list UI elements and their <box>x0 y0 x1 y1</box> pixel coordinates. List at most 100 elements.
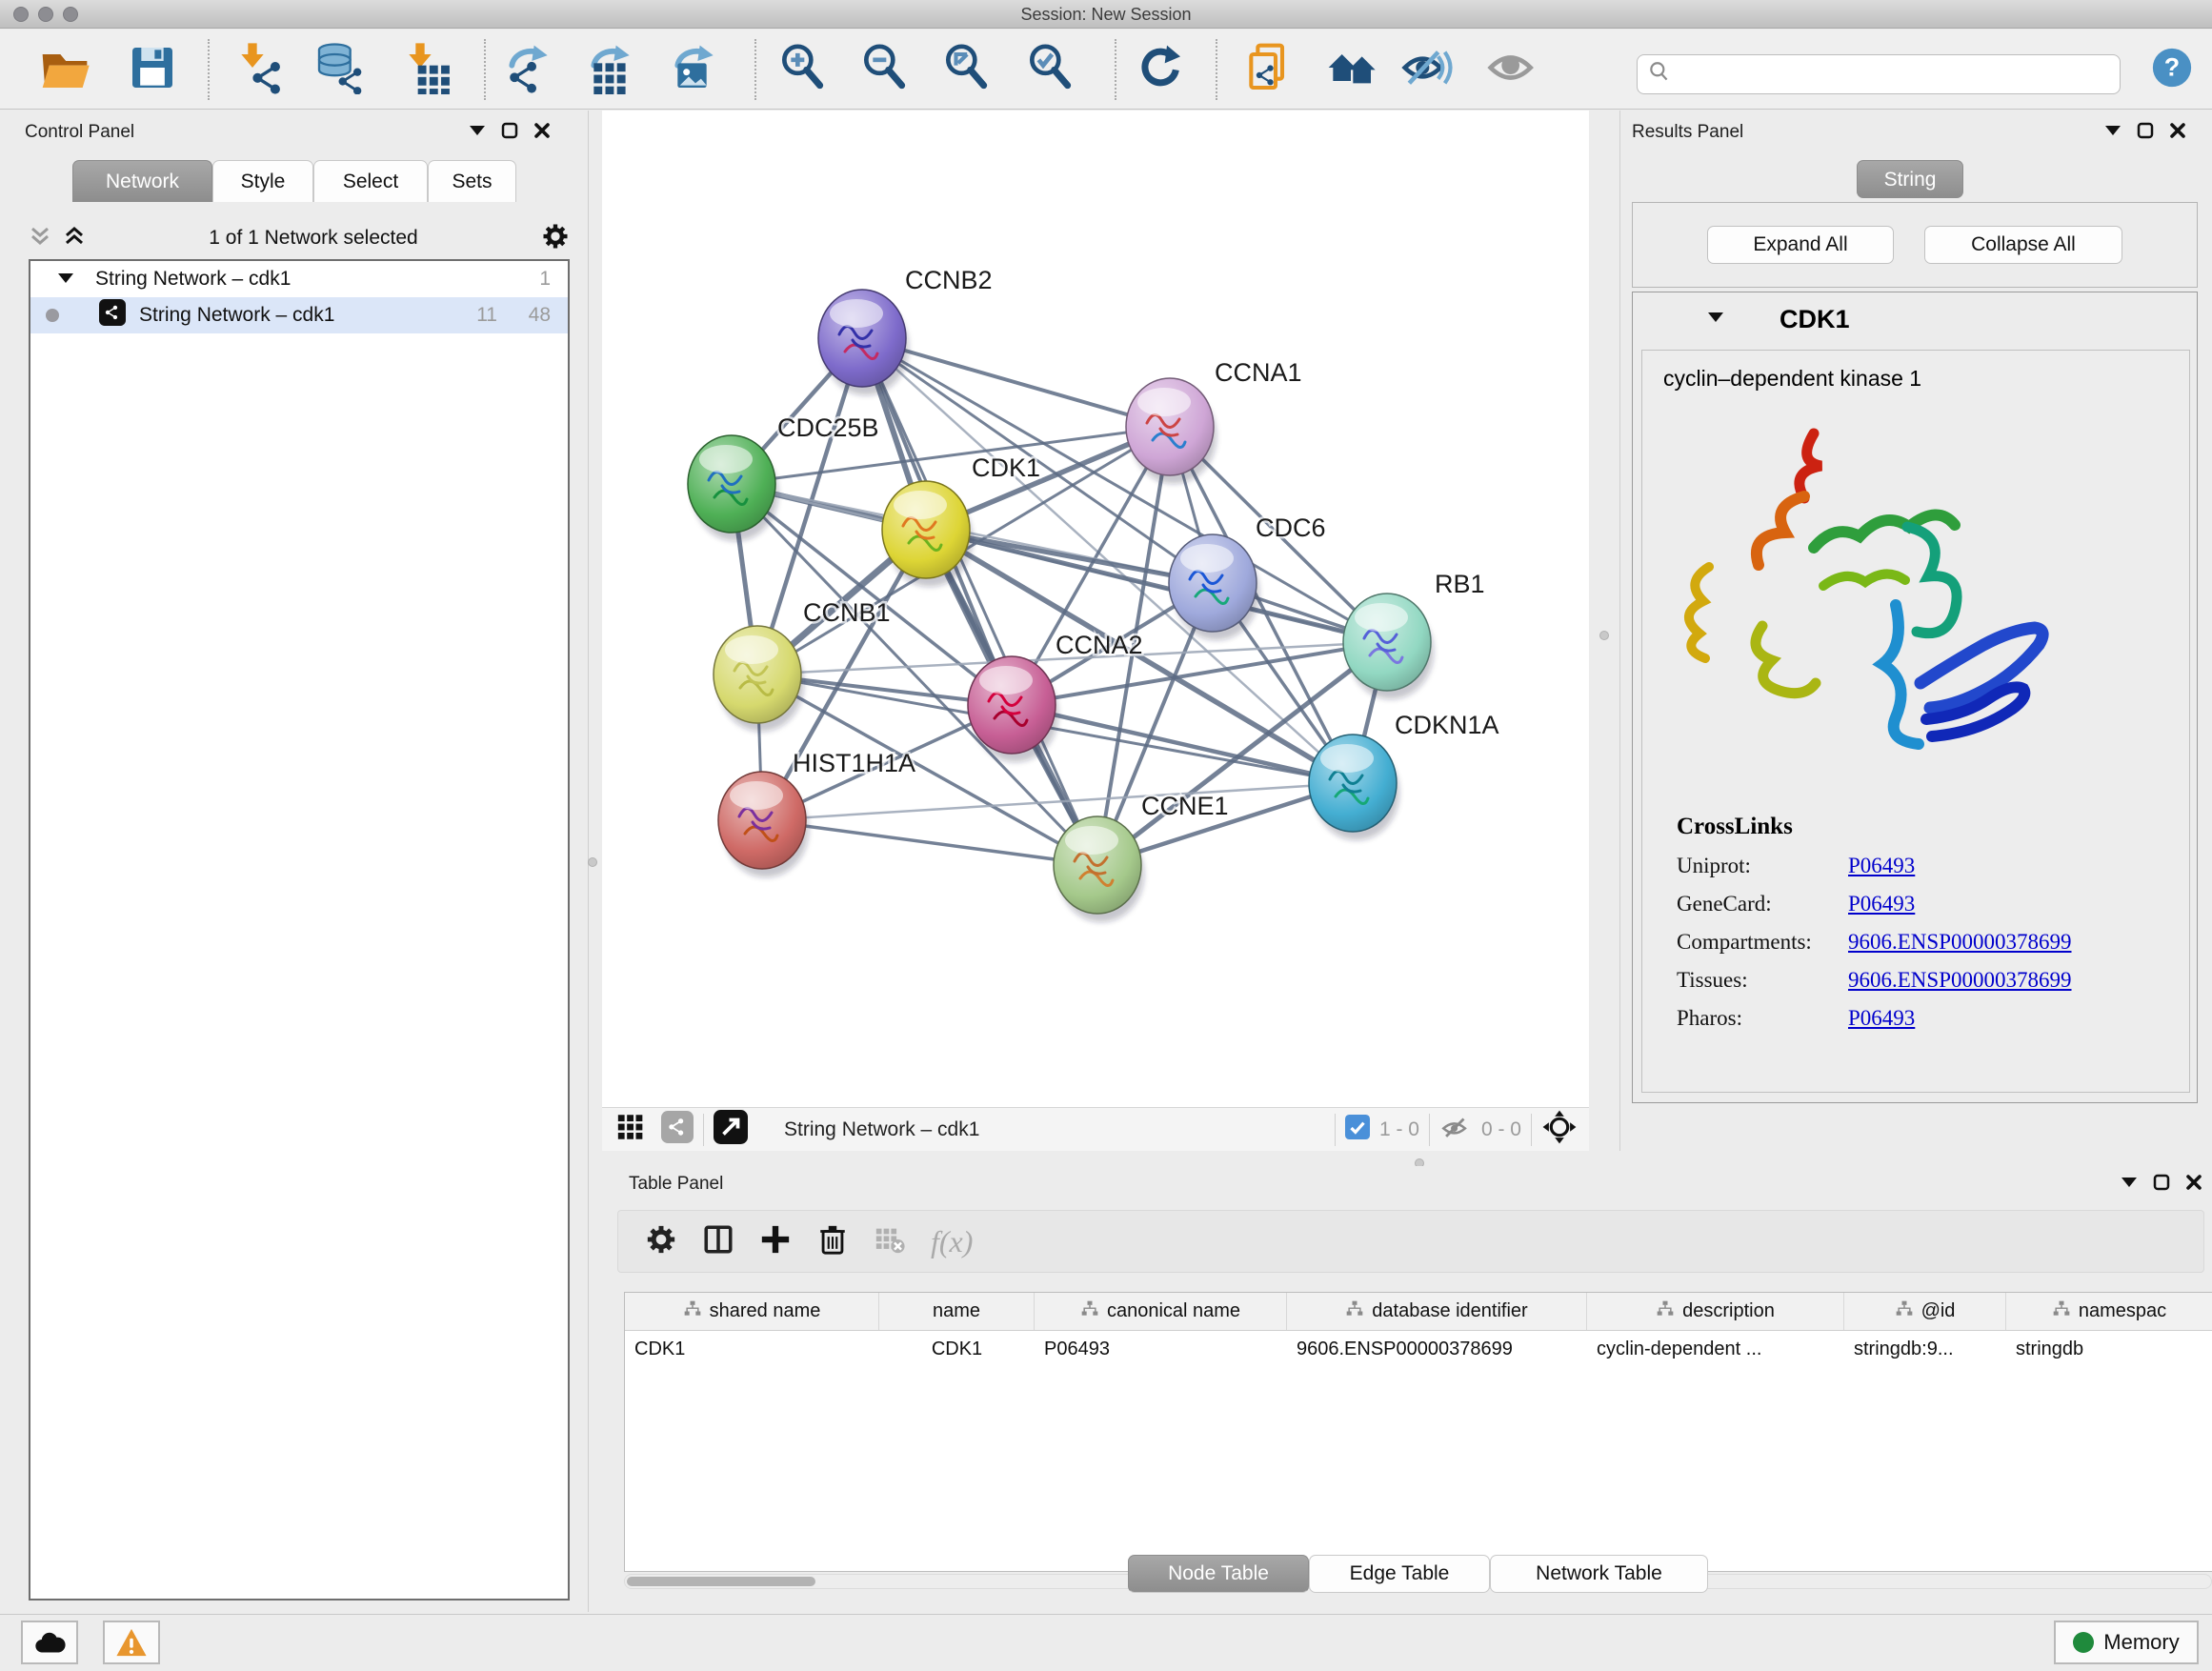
warnings-button[interactable] <box>103 1621 160 1664</box>
add-column-icon[interactable] <box>759 1223 792 1260</box>
panel-menu-icon[interactable] <box>2104 124 2122 142</box>
crosslink-link[interactable]: 9606.ENSP00000378699 <box>1848 930 2072 955</box>
zoom-out-button[interactable] <box>857 43 911 96</box>
column-header-namespac[interactable]: namespac <box>2006 1293 2212 1330</box>
column-label: description <box>1682 1300 1775 1322</box>
node-label-HIST1H1A: HIST1H1A <box>793 749 915 777</box>
collection-expander-icon[interactable] <box>57 268 74 291</box>
save-session-button[interactable] <box>126 43 179 96</box>
zoom-fit-button[interactable] <box>939 43 993 96</box>
tab-sets[interactable]: Sets <box>428 160 516 202</box>
panel-menu-icon[interactable] <box>2121 1176 2138 1194</box>
panel-close-icon[interactable] <box>2185 1174 2202 1196</box>
panel-float-icon[interactable] <box>2137 122 2154 144</box>
scrollbar-thumb[interactable] <box>627 1577 815 1586</box>
refresh-layout-button[interactable] <box>1134 43 1187 96</box>
edge-CCNA2-CDKN1A[interactable] <box>1012 705 1353 783</box>
tab-network[interactable]: Network <box>72 160 212 202</box>
import-table-button[interactable] <box>400 43 453 96</box>
detach-view-icon[interactable] <box>714 1110 748 1149</box>
first-neighbors-button[interactable] <box>1324 43 1377 96</box>
panel-menu-icon[interactable] <box>469 124 486 142</box>
crosslink-link[interactable]: 9606.ENSP00000378699 <box>1848 968 2072 993</box>
tab-style[interactable]: Style <box>212 160 313 202</box>
results-button-box: Expand All Collapse All <box>1632 202 2198 288</box>
collapse-all-button[interactable]: Collapse All <box>1924 226 2122 264</box>
table-row[interactable]: CDK1CDK1P064939606.ENSP00000378699cyclin… <box>625 1331 2212 1367</box>
column-label: name <box>933 1300 980 1322</box>
memory-button[interactable]: Memory <box>2054 1621 2199 1664</box>
column-header-name[interactable]: name <box>879 1293 1035 1330</box>
import-database-icon <box>312 41 366 99</box>
export-network-button[interactable] <box>503 43 556 96</box>
network-row-selected[interactable]: String Network – cdk1 11 48 <box>30 297 568 333</box>
node-CDKN1A[interactable]: CDKN1A <box>1309 711 1499 840</box>
export-image-button[interactable] <box>669 43 722 96</box>
node-CCNE1[interactable]: CCNE1 <box>1054 792 1229 922</box>
network-birdseye-icon[interactable] <box>661 1111 694 1148</box>
tab-string[interactable]: String <box>1857 160 1963 198</box>
panel-close-icon[interactable] <box>2169 122 2186 144</box>
edge-CDK1-RB1[interactable] <box>926 530 1387 642</box>
clone-network-button[interactable] <box>1242 43 1296 96</box>
tab-node-table[interactable]: Node Table <box>1128 1555 1309 1593</box>
node-label-CCNA1: CCNA1 <box>1215 358 1302 387</box>
crosslink-link[interactable]: P06493 <box>1848 1006 1915 1031</box>
panel-close-icon[interactable] <box>533 122 551 144</box>
export-table-icon <box>585 41 638 99</box>
panel-float-icon[interactable] <box>2153 1174 2170 1196</box>
column-header-canonical-name[interactable]: canonical name <box>1035 1293 1287 1330</box>
show-columns-icon[interactable] <box>702 1223 734 1260</box>
open-session-button[interactable] <box>38 43 91 96</box>
crosslink-row: Pharos: P06493 <box>1677 1006 2189 1031</box>
protein-expander-icon[interactable] <box>1707 311 1724 329</box>
node-RB1[interactable]: RB1 <box>1343 570 1485 699</box>
export-image-icon <box>669 41 722 99</box>
table-cell: cyclin-dependent ... <box>1587 1331 1844 1367</box>
cloud-button[interactable] <box>21 1621 78 1664</box>
column-header-database-identifier[interactable]: database identifier <box>1287 1293 1587 1330</box>
delete-column-icon[interactable] <box>816 1223 849 1260</box>
column-header-description[interactable]: description <box>1587 1293 1844 1330</box>
network-collection-row[interactable]: String Network – cdk1 1 <box>30 261 568 297</box>
network-canvas[interactable]: CCNB2 CCNA1 CDC25B CDK1 CDC6 RB1 <box>602 111 1589 1107</box>
status-bar: Memory <box>0 1614 2212 1671</box>
crosslink-link[interactable]: P06493 <box>1848 854 1915 878</box>
node-CCNA1[interactable]: CCNA1 <box>1126 358 1302 484</box>
zoom-in-button[interactable] <box>775 43 829 96</box>
zoom-selected-button[interactable] <box>1023 43 1076 96</box>
table-settings-gear-icon[interactable] <box>645 1223 677 1260</box>
tab-edge-table[interactable]: Edge Table <box>1309 1555 1490 1593</box>
export-table-button[interactable] <box>585 43 638 96</box>
column-header-shared-name[interactable]: shared name <box>625 1293 879 1330</box>
network-options-gear-icon[interactable] <box>541 222 570 255</box>
import-network-button[interactable] <box>232 43 286 96</box>
grid-view-icon[interactable] <box>615 1111 648 1148</box>
selected-checkbox-icon[interactable] <box>1345 1115 1370 1144</box>
expand-all-button[interactable]: Expand All <box>1707 226 1894 264</box>
node-CCNB1[interactable]: CCNB1 <box>714 598 891 732</box>
tab-network-table[interactable]: Network Table <box>1490 1555 1708 1593</box>
right-divider-grip[interactable] <box>1599 631 1609 640</box>
fit-selection-crosshair-icon[interactable] <box>1541 1109 1578 1150</box>
edge-CCNB2-CCNE1[interactable] <box>862 338 1097 865</box>
import-database-button[interactable] <box>312 43 366 96</box>
panel-float-icon[interactable] <box>501 122 518 144</box>
collapse-all-networks-icon[interactable] <box>29 225 51 252</box>
help-button[interactable]: ? <box>2145 43 2199 96</box>
hidden-eye-slash-icon[interactable] <box>1439 1111 1472 1148</box>
left-divider-grip[interactable] <box>588 857 597 867</box>
main-toolbar: ? <box>0 30 2212 110</box>
edge-HIST1H1A-CCNE1[interactable] <box>762 820 1097 865</box>
crosslink-link[interactable]: P06493 <box>1848 892 1915 916</box>
column-header--id[interactable]: @id <box>1844 1293 2006 1330</box>
table-cell: CDK1 <box>625 1331 879 1367</box>
network-tree: String Network – cdk1 1 String Network –… <box>29 259 570 1601</box>
tab-select[interactable]: Select <box>313 160 428 202</box>
hide-selected-button[interactable] <box>1400 43 1454 96</box>
delete-table-icon <box>874 1223 906 1260</box>
expand-all-networks-icon[interactable] <box>63 225 86 252</box>
control-panel: Control Panel NetworkStyleSelectSets 1 o… <box>0 111 589 1612</box>
show-all-button[interactable] <box>1486 43 1539 96</box>
search-input[interactable] <box>1672 58 2120 91</box>
